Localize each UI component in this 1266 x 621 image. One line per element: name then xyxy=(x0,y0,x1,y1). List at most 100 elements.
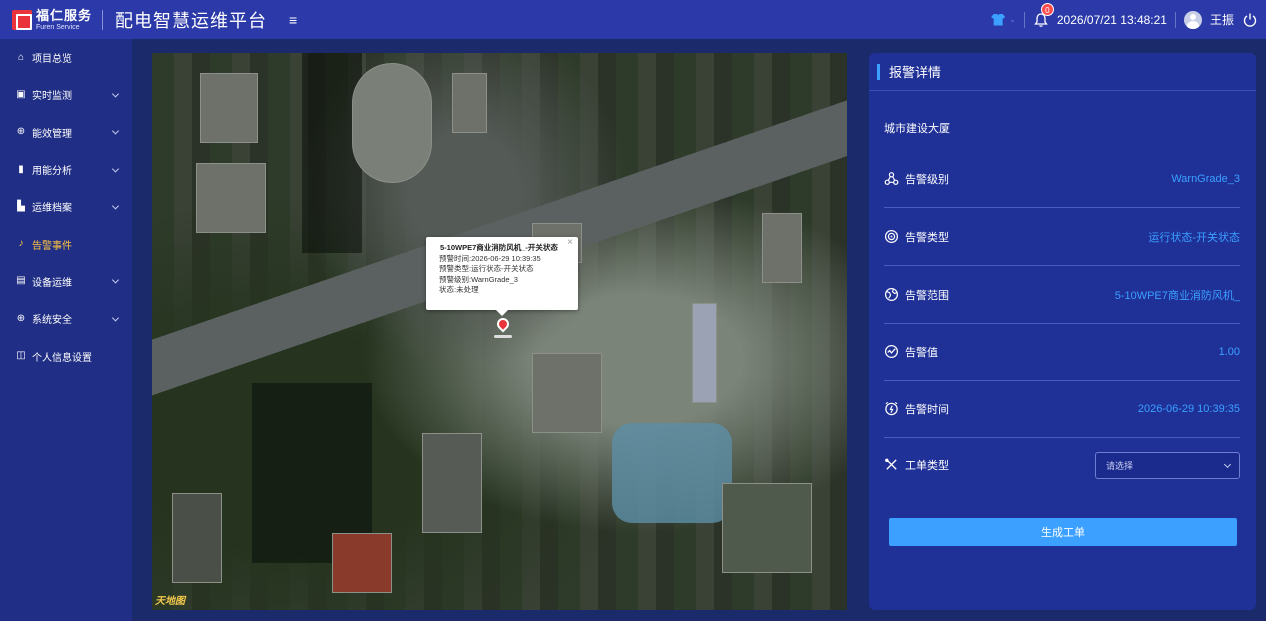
detail-value: 2026-06-29 10:39:35 xyxy=(1137,402,1240,415)
detail-row-type: 告警类型 运行状态-开关状态 xyxy=(884,208,1240,266)
brand-logo: 福仁服务 Furen Service xyxy=(12,9,92,31)
detail-value: 5-10WPE7商业消防风机_ xyxy=(1114,289,1240,302)
alarm-clock-icon xyxy=(885,401,898,416)
logo-icon xyxy=(12,9,32,30)
sidebar-item-label: 项目总览 xyxy=(32,54,72,66)
map-building xyxy=(352,63,432,183)
top-header: 福仁服务 Furen Service 配电智慧运维平台 ≡ ⌄ 0 2026/0… xyxy=(0,0,1266,39)
security-icon: ⊕ xyxy=(16,312,26,324)
work-order-type-select[interactable]: 请选择 xyxy=(1095,451,1240,479)
sidebar-item-alarms[interactable]: ♪ 告警事件 xyxy=(0,225,132,262)
map-building xyxy=(762,213,802,283)
target-icon xyxy=(884,229,899,244)
bar-chart-icon: ▮ xyxy=(18,163,24,175)
panel-title-accent xyxy=(877,63,880,80)
energy-icon: ⊕ xyxy=(16,126,26,138)
map-building xyxy=(422,433,482,533)
detail-value: 运行状态-开关状态 xyxy=(1148,231,1240,244)
chevron-down-icon xyxy=(111,90,120,98)
theme-shirt-icon[interactable] xyxy=(991,13,1006,26)
app-title: 配电智慧运维平台 xyxy=(115,10,268,31)
logo-text-cn: 福仁服务 xyxy=(36,7,93,23)
bookmark-icon: ◫ xyxy=(16,350,26,362)
detail-label: 告警类型 xyxy=(905,231,949,244)
work-order-row: 工单类型 请选择 xyxy=(884,446,1240,484)
sidebar-item-energy[interactable]: ⊕ 能效管理 xyxy=(0,114,132,151)
avatar[interactable] xyxy=(1183,10,1202,29)
notification-badge: 0 xyxy=(1040,2,1054,16)
chevron-down-icon xyxy=(111,276,120,284)
popup-line: 预警时间:2026-06-29 10:39:35 xyxy=(439,253,541,263)
sidebar-item-device[interactable]: ▤ 设备运维 xyxy=(0,263,132,300)
sidebar-item-label: 能效管理 xyxy=(32,128,72,140)
notification-bell-icon[interactable]: 0 xyxy=(1033,2,1054,28)
alarm-detail-panel: 报警详情 城市建设大厦 告警级别 WarnGrade_3 告警类型 运行状态-开… xyxy=(869,53,1256,610)
device-icon: ▤ xyxy=(16,275,26,287)
gauge-icon xyxy=(884,344,899,359)
archive-icon: ▙ xyxy=(17,200,25,212)
sidebar-item-analysis[interactable]: ▮ 用能分析 xyxy=(0,151,132,188)
header-divider xyxy=(102,9,104,30)
detail-row-level: 告警级别 WarnGrade_3 xyxy=(884,150,1240,208)
username[interactable]: 王振 xyxy=(1210,11,1234,28)
work-order-label: 工单类型 xyxy=(905,460,949,472)
detail-label: 告警值 xyxy=(905,346,938,359)
chevron-down-icon xyxy=(111,164,120,173)
detail-label: 告警时间 xyxy=(905,403,949,416)
sidebar-item-label: 运维档案 xyxy=(32,203,72,215)
chevron-down-icon xyxy=(1223,460,1232,468)
map-building xyxy=(200,73,258,143)
home-icon: ⌂ xyxy=(17,51,25,63)
header-separator-2 xyxy=(1174,11,1176,28)
map-building xyxy=(692,303,717,403)
detail-label: 告警范围 xyxy=(905,289,949,302)
logo-text-en: Furen Service xyxy=(36,23,80,31)
bell-icon: ♪ xyxy=(18,238,24,250)
generate-work-order-button[interactable]: 生成工单 xyxy=(889,518,1237,546)
map-building xyxy=(452,73,487,133)
select-placeholder: 请选择 xyxy=(1106,460,1134,471)
popup-line: 预警类型:运行状态-开关状态 xyxy=(439,264,534,274)
power-icon[interactable] xyxy=(1242,12,1258,28)
map-marker-base xyxy=(494,335,512,338)
sidebar-item-archive[interactable]: ▙ 运维档案 xyxy=(0,188,132,225)
level-icon xyxy=(884,172,899,185)
satellite-map[interactable]: 天地图 xyxy=(152,53,847,610)
sidebar-item-profile[interactable]: ◫ 个人信息设置 xyxy=(0,337,132,374)
header-right: ⌄ 0 2026/07/21 13:48:21 王振 xyxy=(991,0,1258,39)
detail-value: WarnGrade_3 xyxy=(1171,172,1240,185)
map-credit-logo: 天地图 xyxy=(155,596,185,607)
sidebar-item-label: 告警事件 xyxy=(32,240,72,252)
popup-line: 预警级别:WarnGrade_3 xyxy=(439,274,518,284)
map-water xyxy=(612,423,732,523)
sidebar-item-label: 设备运维 xyxy=(32,277,72,289)
panel-header: 报警详情 xyxy=(869,53,1256,91)
header-separator xyxy=(1023,11,1025,28)
detail-row-scope: 告警范围 5-10WPE7商业消防风机_ xyxy=(884,266,1240,324)
sidebar-item-label: 实时监测 xyxy=(32,91,72,103)
menu-toggle-icon[interactable]: ≡ xyxy=(289,12,297,28)
detail-label: 告警级别 xyxy=(905,173,949,186)
chevron-down-icon xyxy=(111,202,120,210)
building-name: 城市建设大厦 xyxy=(884,123,950,135)
close-icon[interactable]: × xyxy=(567,237,573,249)
map-popup: × 5-10WPE7商业消防风机_-开关状态 预警时间:2026-06-29 1… xyxy=(426,237,578,316)
datetime-display: 2026/07/21 13:48:21 xyxy=(1056,12,1167,27)
sidebar-item-label: 用能分析 xyxy=(32,166,72,178)
chevron-down-icon xyxy=(111,127,120,135)
map-building xyxy=(332,533,392,593)
sidebar-item-monitoring[interactable]: ▣ 实时监测 xyxy=(0,76,132,113)
map-building xyxy=(172,493,222,583)
panel-title: 报警详情 xyxy=(889,65,942,80)
sidebar-item-overview[interactable]: ⌂ 项目总览 xyxy=(0,39,132,76)
detail-row-value: 告警值 1.00 xyxy=(884,323,1240,381)
globe-icon xyxy=(884,287,899,302)
sidebar-item-security[interactable]: ⊕ 系统安全 xyxy=(0,300,132,337)
map-building xyxy=(532,353,602,433)
chevron-down-icon xyxy=(111,314,120,322)
theme-caret-icon[interactable]: ⌄ xyxy=(1009,15,1016,24)
sidebar-item-label: 系统安全 xyxy=(32,315,72,327)
sidebar: ⌂ 项目总览 ▣ 实时监测 ⊕ 能效管理 ▮ 用能分析 ▙ 运维档案 ♪ 告警事… xyxy=(0,39,132,621)
popup-title: 5-10WPE7商业消防风机_-开关状态 xyxy=(440,243,558,252)
map-building xyxy=(722,483,812,573)
